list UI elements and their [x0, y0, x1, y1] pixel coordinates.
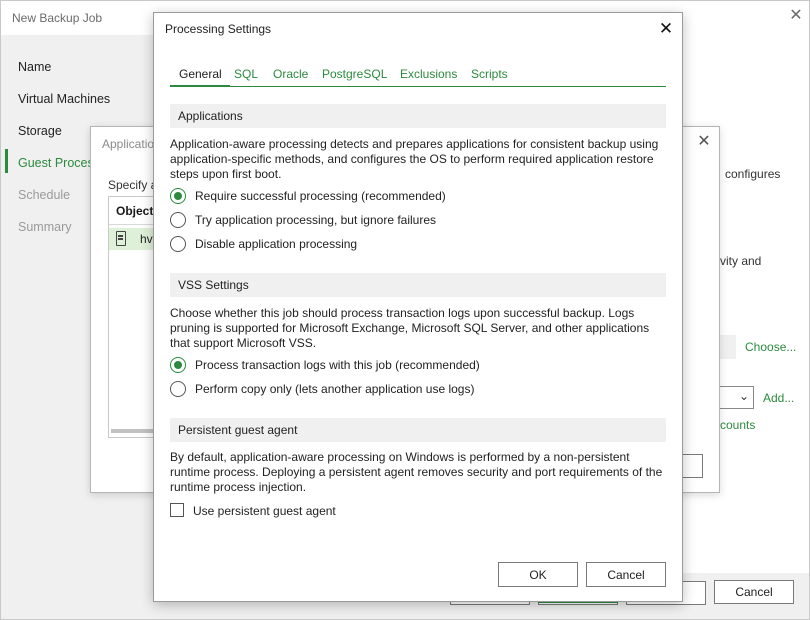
section-header-vss-settings: VSS Settings: [170, 273, 666, 297]
tab-scripts[interactable]: Scripts: [471, 67, 508, 81]
radio-label: Perform copy only (lets another applicat…: [195, 382, 475, 396]
choose-link[interactable]: Choose...: [745, 340, 796, 354]
tab-strip: General SQL Oracle PostgreSQL Exclusions…: [170, 67, 666, 89]
step-name[interactable]: Name: [18, 60, 51, 74]
radio-unchecked-icon: [170, 236, 186, 252]
bg-text-vity-and: vity and: [720, 254, 762, 268]
window-title: New Backup Job: [12, 11, 103, 25]
applications-description: Application-aware processing detects and…: [170, 137, 659, 181]
active-step-indicator: [5, 149, 8, 173]
persistent-agent-description: By default, application-aware processing…: [170, 450, 663, 494]
column-header-object[interactable]: Object: [109, 197, 157, 225]
vss-description: Choose whether this job should process t…: [170, 306, 650, 350]
step-virtual-machines[interactable]: Virtual Machines: [18, 92, 110, 106]
radio-unchecked-icon: [170, 212, 186, 228]
bg-text-configures: configures: [725, 167, 781, 181]
step-storage[interactable]: Storage: [18, 124, 62, 138]
tab-sql[interactable]: SQL: [234, 67, 258, 81]
close-icon[interactable]: ✕: [656, 19, 676, 39]
row-object-name: hv: [140, 232, 153, 246]
processing-settings-dialog: Processing Settings ✕ General SQL Oracle…: [153, 12, 683, 602]
chevron-down-icon: ⌄: [738, 389, 749, 403]
step-schedule: Schedule: [18, 188, 71, 202]
mid-dialog-button-edge[interactable]: [683, 454, 703, 478]
tab-oracle[interactable]: Oracle: [273, 67, 308, 81]
add-link[interactable]: Add...: [763, 391, 794, 405]
cancel-button[interactable]: Cancel: [586, 562, 666, 587]
accounts-link[interactable]: counts: [720, 418, 755, 432]
radio-label: Require successful processing (recommend…: [195, 189, 446, 203]
checkbox-unchecked-icon: [170, 503, 184, 517]
close-icon[interactable]: ✕: [787, 7, 805, 25]
ok-button[interactable]: OK: [498, 562, 578, 587]
tab-postgresql[interactable]: PostgreSQL: [322, 67, 387, 81]
table-row[interactable]: hv: [109, 228, 157, 250]
radio-label: Disable application processing: [195, 237, 358, 251]
tab-exclusions[interactable]: Exclusions: [400, 67, 457, 81]
dialog-title: Processing Settings: [165, 22, 272, 36]
checkbox-label: Use persistent guest agent: [193, 504, 336, 518]
radio-label: Try application processing, but ignore f…: [195, 213, 437, 227]
radio-label: Process transaction logs with this job (…: [195, 358, 480, 372]
objects-table: Object hv: [108, 196, 158, 438]
radio-checked-icon: [170, 188, 186, 204]
horizontal-scrollbar[interactable]: [111, 429, 155, 433]
section-header-persistent-guest-agent: Persistent guest agent: [170, 418, 666, 442]
radio-checked-icon: [170, 357, 186, 373]
server-icon: [116, 231, 126, 246]
tab-general[interactable]: General: [179, 67, 222, 81]
mid-dialog-description: Specify a: [108, 178, 158, 192]
close-icon[interactable]: ✕: [695, 133, 713, 151]
base-cancel-button[interactable]: Cancel: [714, 580, 794, 604]
step-summary: Summary: [18, 220, 72, 234]
section-header-applications: Applications: [170, 104, 666, 128]
radio-unchecked-icon: [170, 381, 186, 397]
mid-dialog-title: Applicatio: [102, 137, 155, 151]
step-guest-processing[interactable]: Guest Process: [18, 156, 100, 170]
